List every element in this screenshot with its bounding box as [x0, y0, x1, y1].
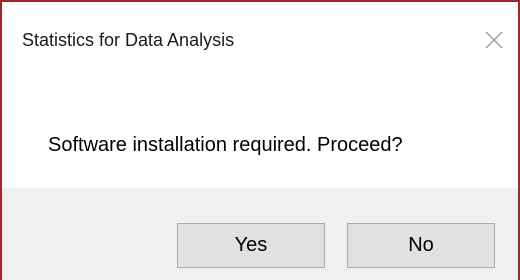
dialog-title: Statistics for Data Analysis [22, 30, 235, 50]
dialog-content: Software installation required. Proceed? [2, 82, 518, 187]
yes-button[interactable]: Yes [177, 223, 325, 268]
title-bar: Statistics for Data Analysis [2, 2, 518, 82]
message-dialog: Statistics for Data Analysis Software in… [0, 0, 520, 280]
dialog-message: Software installation required. Proceed? [48, 134, 403, 156]
no-button[interactable]: No [347, 223, 495, 268]
button-bar: Yes No [2, 188, 518, 280]
close-icon[interactable] [482, 28, 506, 52]
